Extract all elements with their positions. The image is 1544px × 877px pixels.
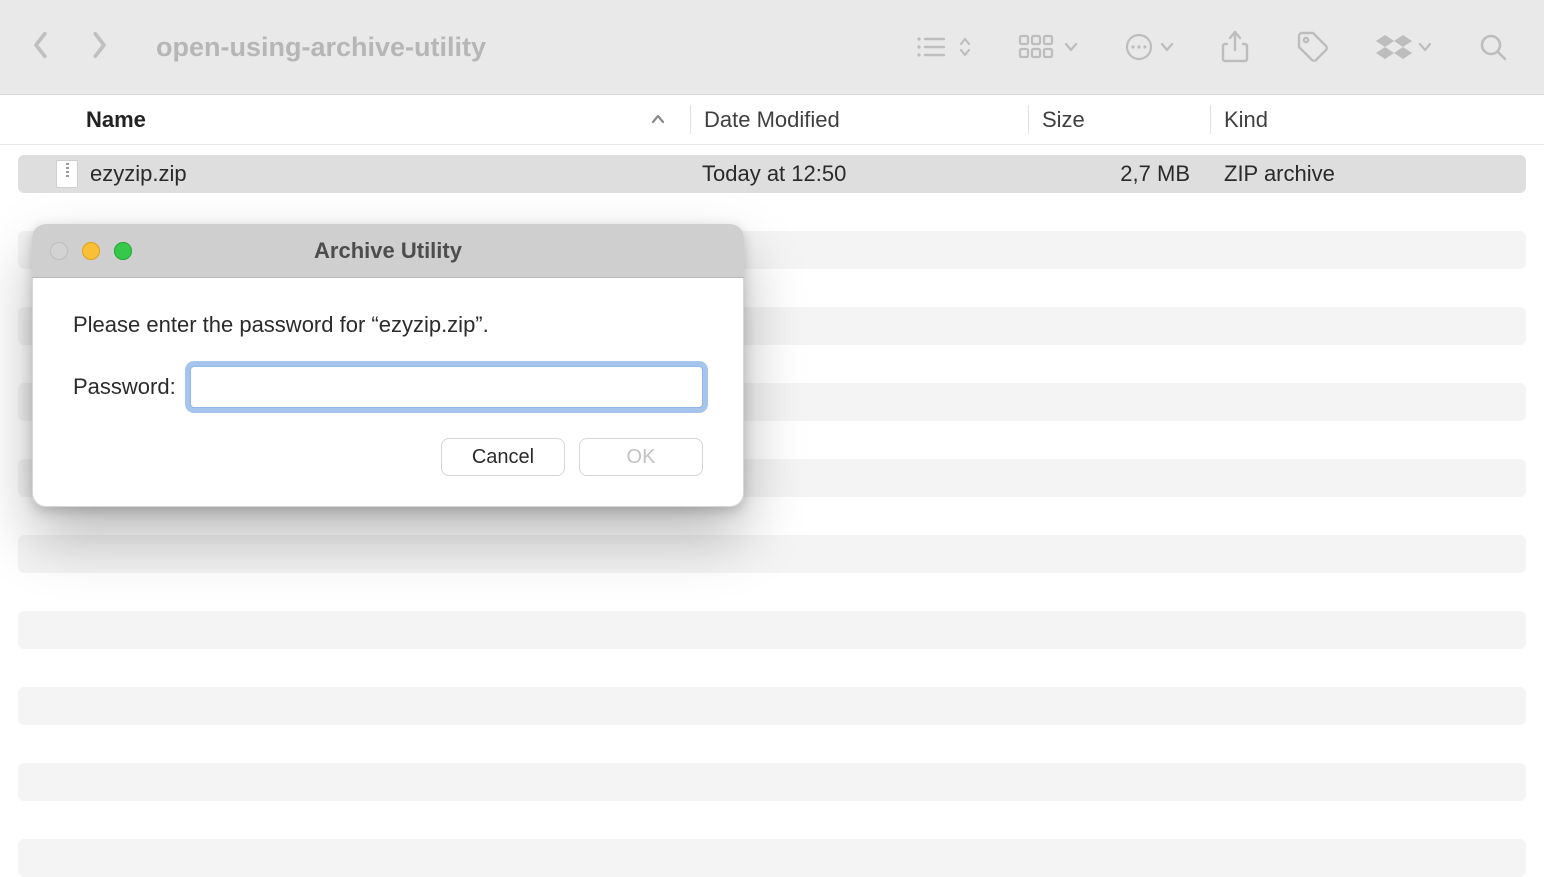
dialog-body: Please enter the password for “ezyzip.zi… [32,278,744,507]
column-date[interactable]: Date Modified [690,107,1028,133]
finder-toolbar: open-using-archive-utility [0,0,1544,95]
empty-row [18,763,1526,801]
empty-row [18,839,1526,877]
chevron-down-icon [1160,40,1174,54]
tags-button[interactable] [1296,30,1330,64]
ok-button[interactable]: OK [579,438,703,476]
file-kind: ZIP archive [1210,161,1526,187]
column-kind[interactable]: Kind [1210,107,1544,133]
column-header-row: Name Date Modified Size Kind [0,95,1544,145]
file-row[interactable]: ezyzip.zip Today at 12:50 2,7 MB ZIP arc… [18,155,1526,193]
back-button[interactable] [30,30,52,65]
file-name: ezyzip.zip [90,161,187,187]
nav-arrows [30,30,110,65]
dialog-title: Archive Utility [32,238,744,264]
empty-row [18,535,1526,573]
column-name[interactable]: Name [0,107,690,133]
cancel-button[interactable]: Cancel [441,438,565,476]
toolbar-right [914,30,1508,64]
dialog-titlebar[interactable]: Archive Utility [32,224,744,278]
share-button[interactable] [1220,30,1250,64]
chevron-down-icon [1418,40,1432,54]
action-menu-button[interactable] [1124,32,1174,62]
forward-button[interactable] [88,30,110,65]
group-by-button[interactable] [1018,33,1078,61]
sort-ascending-icon [650,107,666,133]
file-size: 2,7 MB [1028,161,1210,187]
empty-row [18,687,1526,725]
password-label: Password: [73,374,176,400]
archive-utility-dialog: Archive Utility Please enter the passwor… [32,224,744,507]
empty-row [18,611,1526,649]
password-input[interactable] [190,366,703,408]
column-name-label: Name [86,107,146,133]
search-button[interactable] [1478,32,1508,62]
chevron-down-icon [1064,40,1078,54]
column-size[interactable]: Size [1028,107,1210,133]
dropbox-button[interactable] [1376,33,1432,61]
view-list-button[interactable] [914,33,972,61]
file-date: Today at 12:50 [690,161,1028,187]
dialog-prompt: Please enter the password for “ezyzip.zi… [73,312,703,338]
zip-file-icon [56,160,78,188]
folder-title: open-using-archive-utility [156,32,886,63]
